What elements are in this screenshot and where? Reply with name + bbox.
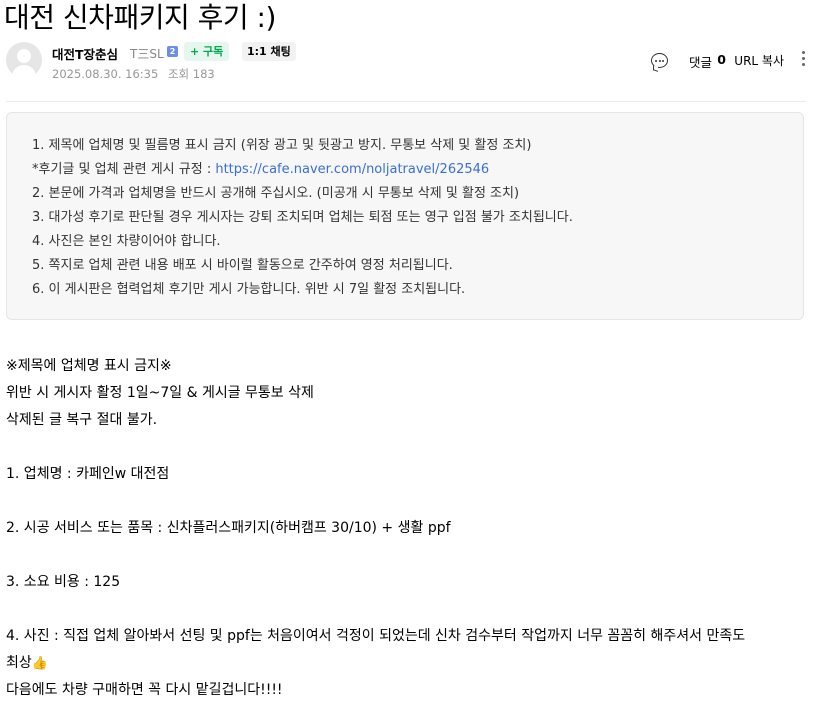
warning-line: 삭제된 글 복구 절대 불가. [6,412,158,428]
warning-line: 위반 시 게시자 활정 1일~7일 & 게시글 무통보 삭제 [6,385,314,401]
thumbs-up-icon: 👍 [31,656,48,671]
chat-button[interactable]: 1:1 채팅 [242,42,296,61]
notice-line: 4. 사진은 본인 차량이어야 합니다. [32,234,221,249]
post-views: 조회 183 [167,67,215,81]
comment-button[interactable]: 댓글 [689,52,712,71]
avatar-body-shape [12,65,36,78]
url-copy-button[interactable]: URL 복사 [734,52,784,69]
author-info: 대전T장춘심 T三SL 2 + 구독 1:1 채팅 2025.08.30. 16… [6,42,812,82]
post-title: 대전 신차패키지 후기 :) [4,1,276,34]
review-satisfaction: 최상 [6,655,32,671]
post-body: ※제목에 업체명 표시 금지※ 위반 시 게시자 활정 1일~7일 & 게시글 … [6,353,745,704]
author-grade: T三SL [130,47,164,61]
post-tools: 댓글 0 URL 복사 [608,51,808,72]
post-date: 2025.08.30. 16:35 [52,67,159,81]
notice-box: 1. 제목에 업체명 및 필름명 표시 금지 (위장 광고 및 뒷광고 방지. … [6,112,804,320]
notice-line: 5. 쪽지로 업체 관련 내용 배포 시 바이럴 활동으로 간주하여 영정 처리… [32,258,453,273]
review-item-photo: 4. 사진 : 직접 업체 알아봐서 선팅 및 ppf는 처음이여서 걱정이 되… [6,628,746,644]
avatar[interactable] [6,42,42,78]
author-name[interactable]: 대전T장춘심 [52,44,118,63]
notice-line: *후기글 및 업체 관련 게시 규정 : https://cafe.naver.… [32,158,573,182]
notice-line: 6. 이 게시판은 협력업체 후기만 게시 가능합니다. 위반 시 7일 활정 … [32,282,466,297]
comment-count: 0 [717,52,726,67]
review-item-photo-cont: 최상👍 [6,650,745,677]
notice-rule-link[interactable]: https://cafe.naver.com/noljatravel/26254… [215,162,489,177]
notice-line: 3. 대가성 후기로 판단될 경우 게시자는 강퇴 조치되며 업체는 퇴점 또는… [32,210,573,225]
subscribe-button[interactable]: + 구독 [184,42,230,61]
grade-badge-icon: 2 [167,46,178,57]
more-options-icon[interactable] [802,51,806,69]
post-meta: 2025.08.30. 16:35 조회 183 [52,66,215,82]
review-item-service: 2. 시공 서비스 또는 품목 : 신차플러스패키지(하버캠프 30/10) +… [6,520,451,536]
notice-line: 2. 본문에 가격과 업체명을 반드시 공개해 주십시오. (미공개 시 무통보… [32,186,520,201]
review-item-company: 1. 업체명 : 카페인w 대전점 [6,466,170,482]
comment-icon[interactable] [651,53,668,68]
avatar-head-shape [17,49,31,63]
notice-rule-label: *후기글 및 업체 관련 게시 규정 : [32,162,216,177]
notice-line: 1. 제목에 업체명 및 필름명 표시 금지 (위장 광고 및 뒷광고 방지. … [32,138,532,153]
review-item-cost: 3. 소요 비용 : 125 [6,574,121,590]
divider [6,101,806,102]
review-closing: 다음에도 차량 구매하면 꼭 다시 맡길겁니다!!!! [6,682,283,698]
warning-title: ※제목에 업체명 표시 금지※ [6,358,172,374]
